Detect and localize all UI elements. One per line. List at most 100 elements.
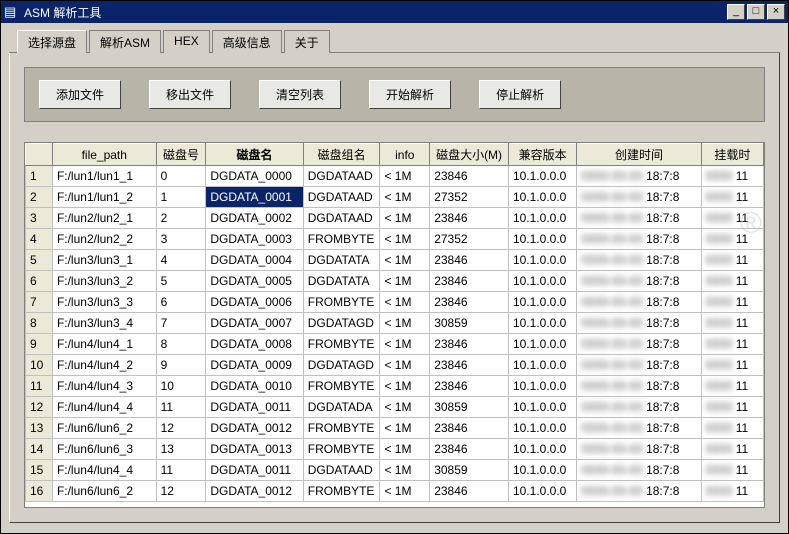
cell-disk_no[interactable]: 12 <box>156 481 206 502</box>
row-number[interactable]: 1 <box>26 166 53 187</box>
cell-ctime[interactable]: 0000-00-00 18:7:8 <box>577 439 701 460</box>
cell-mtime[interactable]: 0000 11 <box>701 397 763 418</box>
row-number[interactable]: 14 <box>26 439 53 460</box>
cell-file_path[interactable]: F:/lun4/lun4_4 <box>52 460 156 481</box>
cell-compat[interactable]: 10.1.0.0.0 <box>508 166 576 187</box>
cell-disk_size[interactable]: 27352 <box>430 229 509 250</box>
cell-file_path[interactable]: F:/lun3/lun3_3 <box>52 292 156 313</box>
cell-file_path[interactable]: F:/lun4/lun4_1 <box>52 334 156 355</box>
cell-disk_no[interactable]: 0 <box>156 166 206 187</box>
cell-file_path[interactable]: F:/lun3/lun3_2 <box>52 271 156 292</box>
cell-file_path[interactable]: F:/lun4/lun4_4 <box>52 397 156 418</box>
row-number[interactable]: 2 <box>26 187 53 208</box>
cell-disk_name[interactable]: DGDATA_0001 <box>206 187 303 208</box>
cell-file_path[interactable]: F:/lun4/lun4_2 <box>52 355 156 376</box>
cell-ctime[interactable]: 0000-00-00 18:7:8 <box>577 313 701 334</box>
row-number[interactable]: 8 <box>26 313 53 334</box>
tab-0[interactable]: 选择源盘 <box>17 30 87 53</box>
cell-info[interactable]: < 1M <box>380 376 430 397</box>
cell-disk_group[interactable]: DGDATAGD <box>303 313 380 334</box>
cell-disk_no[interactable]: 9 <box>156 355 206 376</box>
cell-info[interactable]: < 1M <box>380 334 430 355</box>
cell-disk_name[interactable]: DGDATA_0009 <box>206 355 303 376</box>
cell-file_path[interactable]: F:/lun6/lun6_2 <box>52 481 156 502</box>
col-header-corner[interactable] <box>26 144 53 166</box>
table-row[interactable]: 11F:/lun4/lun4_310DGDATA_0010FROMBYTE< 1… <box>26 376 764 397</box>
cell-disk_name[interactable]: DGDATA_0011 <box>206 397 303 418</box>
cell-disk_group[interactable]: FROMBYTE <box>303 292 380 313</box>
col-header-disk_size[interactable]: 磁盘大小(M) <box>430 144 509 166</box>
table-row[interactable]: 10F:/lun4/lun4_29DGDATA_0009DGDATAGD< 1M… <box>26 355 764 376</box>
cell-ctime[interactable]: 0000-00-00 18:7:8 <box>577 187 701 208</box>
tab-1[interactable]: 解析ASM <box>89 30 161 53</box>
cell-info[interactable]: < 1M <box>380 313 430 334</box>
cell-compat[interactable]: 10.1.0.0.0 <box>508 271 576 292</box>
cell-file_path[interactable]: F:/lun3/lun3_4 <box>52 313 156 334</box>
cell-mtime[interactable]: 0000 11 <box>701 481 763 502</box>
row-number[interactable]: 7 <box>26 292 53 313</box>
table-row[interactable]: 4F:/lun2/lun2_23DGDATA_0003FROMBYTE< 1M2… <box>26 229 764 250</box>
col-header-disk_group[interactable]: 磁盘组名 <box>303 144 380 166</box>
cell-disk_group[interactable]: FROMBYTE <box>303 334 380 355</box>
cell-info[interactable]: < 1M <box>380 229 430 250</box>
row-number[interactable]: 9 <box>26 334 53 355</box>
cell-info[interactable]: < 1M <box>380 208 430 229</box>
table-row[interactable]: 8F:/lun3/lun3_47DGDATA_0007DGDATAGD< 1M3… <box>26 313 764 334</box>
cell-info[interactable]: < 1M <box>380 355 430 376</box>
cell-disk_no[interactable]: 1 <box>156 187 206 208</box>
cell-mtime[interactable]: 0000 11 <box>701 208 763 229</box>
cell-info[interactable]: < 1M <box>380 460 430 481</box>
cell-disk_size[interactable]: 23846 <box>430 376 509 397</box>
tab-2[interactable]: HEX <box>163 30 210 53</box>
cell-disk_group[interactable]: FROMBYTE <box>303 376 380 397</box>
cell-info[interactable]: < 1M <box>380 271 430 292</box>
cell-info[interactable]: < 1M <box>380 439 430 460</box>
cell-ctime[interactable]: 0000-00-00 18:7:8 <box>577 229 701 250</box>
col-header-file_path[interactable]: file_path <box>52 144 156 166</box>
cell-disk_group[interactable]: DGDATATA <box>303 250 380 271</box>
add-file-button[interactable]: 添加文件 <box>39 80 121 109</box>
cell-disk_group[interactable]: DGDATAAD <box>303 208 380 229</box>
cell-ctime[interactable]: 0000-00-00 18:7:8 <box>577 334 701 355</box>
cell-disk_group[interactable]: DGDATADA <box>303 397 380 418</box>
cell-disk_no[interactable]: 11 <box>156 397 206 418</box>
cell-file_path[interactable]: F:/lun3/lun3_1 <box>52 250 156 271</box>
cell-info[interactable]: < 1M <box>380 292 430 313</box>
cell-compat[interactable]: 10.1.0.0.0 <box>508 460 576 481</box>
cell-disk_name[interactable]: DGDATA_0006 <box>206 292 303 313</box>
cell-file_path[interactable]: F:/lun4/lun4_3 <box>52 376 156 397</box>
cell-mtime[interactable]: 0000 11 <box>701 439 763 460</box>
table-row[interactable]: 16F:/lun6/lun6_212DGDATA_0012FROMBYTE< 1… <box>26 481 764 502</box>
table-row[interactable]: 13F:/lun6/lun6_212DGDATA_0012FROMBYTE< 1… <box>26 418 764 439</box>
cell-disk_group[interactable]: DGDATAGD <box>303 355 380 376</box>
cell-disk_size[interactable]: 23846 <box>430 481 509 502</box>
cell-compat[interactable]: 10.1.0.0.0 <box>508 187 576 208</box>
row-number[interactable]: 16 <box>26 481 53 502</box>
cell-mtime[interactable]: 0000 11 <box>701 271 763 292</box>
table-row[interactable]: 9F:/lun4/lun4_18DGDATA_0008FROMBYTE< 1M2… <box>26 334 764 355</box>
cell-info[interactable]: < 1M <box>380 397 430 418</box>
cell-info[interactable]: < 1M <box>380 187 430 208</box>
cell-compat[interactable]: 10.1.0.0.0 <box>508 481 576 502</box>
cell-ctime[interactable]: 0000-00-00 18:7:8 <box>577 250 701 271</box>
cell-info[interactable]: < 1M <box>380 481 430 502</box>
cell-compat[interactable]: 10.1.0.0.0 <box>508 418 576 439</box>
cell-disk_size[interactable]: 23846 <box>430 250 509 271</box>
col-header-ctime[interactable]: 创建时间 <box>577 144 701 166</box>
cell-disk_size[interactable]: 30859 <box>430 460 509 481</box>
cell-disk_name[interactable]: DGDATA_0000 <box>206 166 303 187</box>
cell-disk_group[interactable]: DGDATAAD <box>303 166 380 187</box>
row-number[interactable]: 4 <box>26 229 53 250</box>
cell-ctime[interactable]: 0000-00-00 18:7:8 <box>577 418 701 439</box>
cell-file_path[interactable]: F:/lun1/lun1_1 <box>52 166 156 187</box>
cell-ctime[interactable]: 0000-00-00 18:7:8 <box>577 397 701 418</box>
cell-disk_no[interactable]: 11 <box>156 460 206 481</box>
cell-disk_no[interactable]: 4 <box>156 250 206 271</box>
cell-disk_size[interactable]: 23846 <box>430 418 509 439</box>
cell-disk_no[interactable]: 10 <box>156 376 206 397</box>
cell-disk_no[interactable]: 12 <box>156 418 206 439</box>
clear-list-button[interactable]: 清空列表 <box>259 80 341 109</box>
cell-compat[interactable]: 10.1.0.0.0 <box>508 313 576 334</box>
cell-disk_name[interactable]: DGDATA_0012 <box>206 418 303 439</box>
cell-file_path[interactable]: F:/lun2/lun2_1 <box>52 208 156 229</box>
